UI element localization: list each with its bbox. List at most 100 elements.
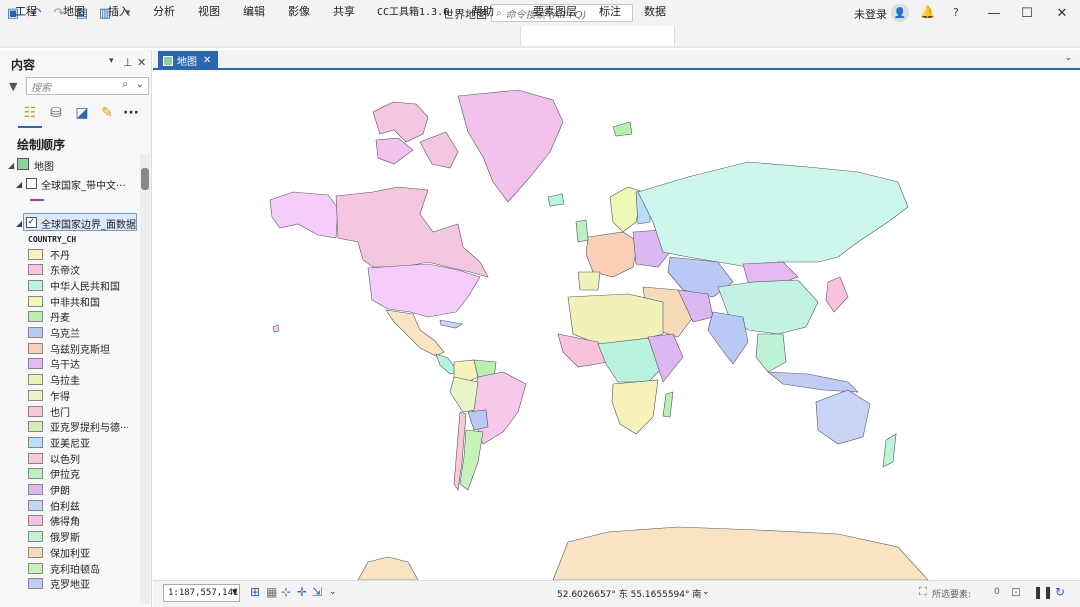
tab-imagery[interactable]: 影像 [288,3,310,19]
legend-item[interactable]: 伊朗 [28,482,70,498]
tab-feature-layer[interactable]: 要素图层 [533,3,577,19]
tab-help[interactable]: 帮助 [472,3,494,19]
pane-scrollbar-thumb[interactable] [141,168,149,190]
legend-item[interactable]: 中非共和国 [28,293,100,309]
pin-icon[interactable]: ⊥ [123,56,133,69]
legend-item[interactable]: 乌拉圭 [28,372,80,388]
legend-swatch[interactable] [28,421,43,433]
refresh-cache-icon[interactable]: ⊡ [1011,585,1021,599]
legend-swatch[interactable] [28,546,43,558]
notification-bell-icon[interactable]: 🔔 [920,5,935,19]
legend-item[interactable]: 乌干达 [28,356,80,372]
list-by-drawing-order-icon[interactable]: ☷ [19,103,41,123]
refresh-icon[interactable]: ↻ [1055,585,1065,599]
layer1-checkbox[interactable] [26,178,37,189]
legend-swatch[interactable] [28,531,43,543]
tab-view[interactable]: 视图 [198,3,220,19]
map-view-tab[interactable]: 地图 ✕ [158,51,218,70]
map-view[interactable] [158,72,1080,580]
legend-swatch[interactable] [28,264,43,276]
scale-selector[interactable]: 1:187,557,141 [163,584,240,602]
legend-swatch[interactable] [28,327,43,338]
legend-item[interactable]: 东帝汶 [28,262,80,278]
legend-swatch[interactable] [28,452,43,464]
legend-swatch[interactable] [28,279,43,291]
legend-swatch[interactable] [28,248,43,260]
legend-swatch[interactable] [28,311,43,323]
search-icon[interactable]: ⌕ [122,79,128,90]
legend-swatch[interactable] [28,562,43,574]
legend-swatch[interactable] [28,515,43,527]
legend-item[interactable]: 亚克罗提利与德··· [28,419,128,435]
help-button[interactable]: ? [953,6,959,19]
legend-item[interactable]: 佛得角 [28,513,80,529]
chevron-down-icon[interactable]: ▼ [232,588,237,596]
list-by-selection-icon[interactable]: ◪ [71,103,93,123]
chevron-down-icon[interactable]: ⌄ [1064,53,1072,63]
legend-swatch[interactable] [28,389,43,401]
pause-drawing-icon[interactable]: ❚❚ [1033,585,1053,599]
chevron-down-icon[interactable]: ⌄ [136,79,144,90]
tab-edit[interactable]: 编辑 [243,3,265,19]
world-map[interactable] [158,72,1080,580]
legend-item[interactable]: 不丹 [28,246,70,262]
tab-project[interactable]: 工程 [15,3,37,19]
legend-item[interactable]: 也门 [28,403,70,419]
legend-item[interactable]: 乌克兰 [28,325,80,341]
legend-item[interactable]: 克利珀顿岛 [28,560,100,576]
fixed-zoom-icon[interactable]: ⊞ [250,585,260,599]
layer2-label[interactable]: 全球国家边界_面数据 [41,216,136,231]
tab-map[interactable]: 地图 [63,3,85,19]
navigate-icon[interactable]: ⇲ [312,585,322,599]
legend-item[interactable]: 俄罗斯 [28,529,80,545]
legend-item[interactable]: 亚美尼亚 [28,434,90,450]
legend-item[interactable]: 中华人民共和国 [28,277,120,293]
snapping-icon[interactable]: ⊹ [281,585,291,599]
layer2-checkbox[interactable]: ✓ [26,217,37,228]
chevron-down-icon[interactable]: ⌄ [329,587,337,597]
legend-swatch[interactable] [28,578,43,590]
maximize-icon[interactable]: ☐ [1015,3,1039,23]
pane-close-icon[interactable]: ✕ [137,56,146,69]
filter-icon[interactable]: ▼ [9,80,17,93]
pane-options-icon[interactable]: ▾ [109,56,114,66]
tab-insert[interactable]: 插入 [108,3,130,19]
collapse-layer1-icon[interactable]: ◢ [16,180,22,189]
legend-swatch[interactable] [28,295,43,307]
list-by-editing-icon[interactable]: ✎ [96,103,118,123]
layer1-label[interactable]: 全球国家_带中文··· [41,177,126,192]
crosshair-icon[interactable]: ✛ [297,585,307,599]
legend-item[interactable]: 乍得 [28,387,70,403]
legend-item[interactable]: 以色列 [28,450,80,466]
legend-swatch[interactable] [28,374,43,386]
pane-search-input[interactable]: 搜索 ⌕ ⌄ [26,77,149,95]
tab-data[interactable]: 数据 [644,3,666,19]
collapse-map-icon[interactable]: ◢ [8,161,14,170]
avatar-icon[interactable]: 👤 [891,4,909,22]
minimize-icon[interactable]: — [982,3,1006,23]
more-options-icon[interactable]: ··· [120,103,142,123]
legend-swatch[interactable] [28,436,43,448]
user-status[interactable]: 未登录 [854,6,887,22]
list-by-data-source-icon[interactable]: ⛁ [45,103,67,123]
tab-labeling[interactable]: 标注 [599,3,621,19]
close-tab-icon[interactable]: ✕ [203,55,211,66]
legend-item[interactable]: 丹麦 [28,309,70,325]
legend-item[interactable]: 伊拉克 [28,466,80,482]
legend-swatch[interactable] [28,468,43,480]
legend-swatch[interactable] [28,342,43,354]
map-node-label[interactable]: 地图 [34,158,54,173]
pane-scrollbar[interactable] [140,154,150,604]
tab-cc-toolbox[interactable]: CC工具箱1.3.6 [377,3,449,18]
selection-icon[interactable]: ⛶ [919,585,927,599]
close-icon[interactable]: ✕ [1050,3,1074,23]
collapse-layer2-icon[interactable]: ◢ [16,219,22,228]
legend-swatch[interactable] [28,484,43,495]
tab-share[interactable]: 共享 [333,3,355,19]
legend-swatch[interactable] [28,499,43,511]
legend-item[interactable]: 克罗地亚 [28,576,90,592]
legend-swatch[interactable] [28,358,43,370]
legend-item[interactable]: 乌兹别克斯坦 [28,340,110,356]
legend-item[interactable]: 保加利亚 [28,544,90,560]
coordinate-format-dropdown-icon[interactable]: ⌄ [702,587,710,597]
